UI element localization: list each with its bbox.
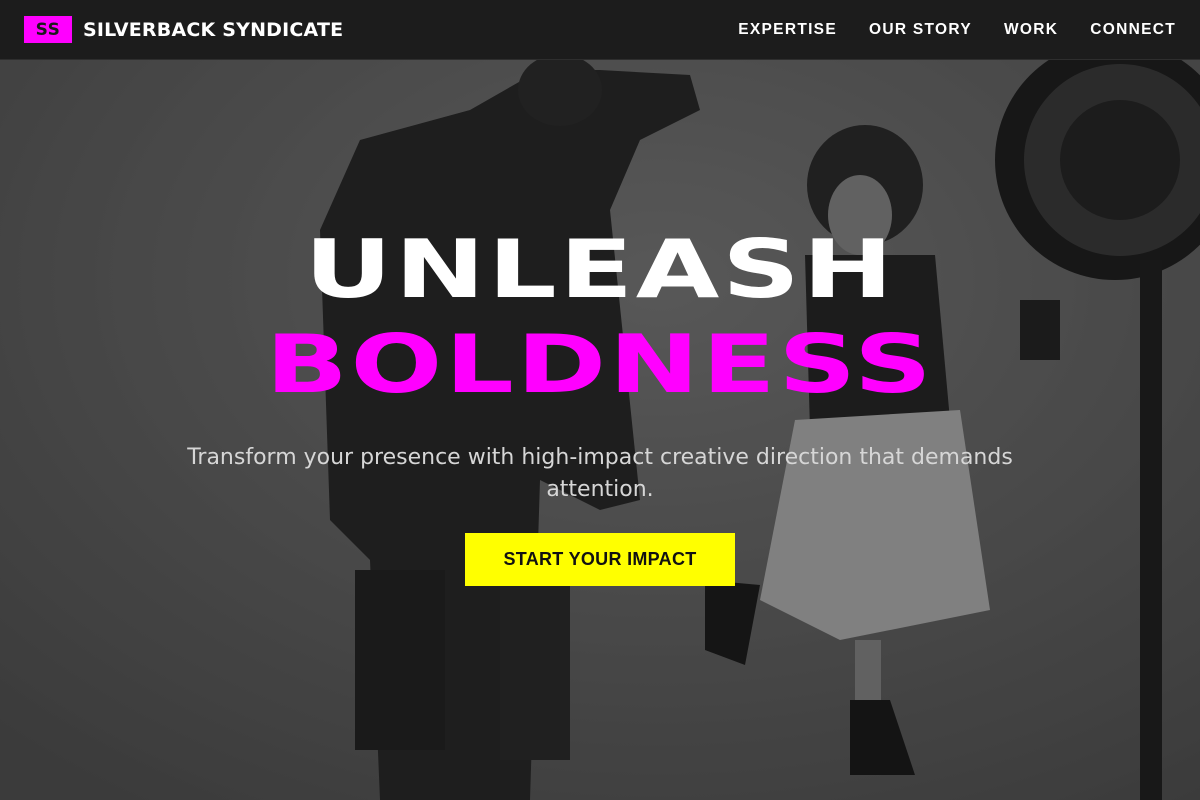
nav-link-our-story[interactable]: OUR STORY: [869, 21, 972, 39]
logo-mark: SS: [24, 16, 72, 43]
hero-section: UNLEASH BOLDNESS Transform your presence…: [0, 60, 1200, 800]
nav-link-work[interactable]: WORK: [1004, 21, 1058, 39]
hero-subcopy: Transform your presence with high-impact…: [187, 445, 1013, 502]
brand-logo-link[interactable]: SS SILVERBACK SYNDICATE: [24, 16, 343, 43]
hero-headline-line-2: BOLDNESS: [265, 318, 935, 411]
nav-link-expertise[interactable]: EXPERTISE: [738, 21, 837, 39]
site-header: SS SILVERBACK SYNDICATE EXPERTISE OUR ST…: [0, 0, 1200, 60]
main-nav: EXPERTISE OUR STORY WORK CONNECT: [738, 21, 1176, 39]
brand-name: SILVERBACK SYNDICATE: [83, 18, 344, 41]
start-your-impact-button[interactable]: START YOUR IMPACT: [465, 533, 735, 586]
hero-headline-line-1: UNLEASH: [304, 223, 896, 316]
nav-link-connect[interactable]: CONNECT: [1090, 21, 1176, 39]
